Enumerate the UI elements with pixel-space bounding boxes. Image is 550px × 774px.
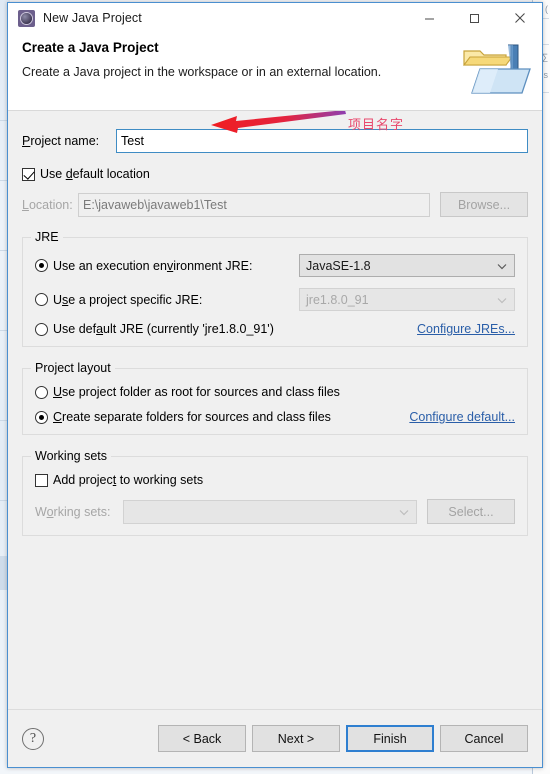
layout-option-separate-folders[interactable]: Create separate folders for sources and …: [35, 410, 515, 424]
layout-separate-folders-radio[interactable]: [35, 410, 48, 424]
jre-execution-env-radio[interactable]: [35, 259, 48, 272]
dialog-footer: ? < Back Next > Finish Cancel: [8, 709, 542, 767]
jre-project-specific-radio[interactable]: [35, 293, 48, 306]
new-java-project-dialog: New Java Project Create a Java Project C…: [7, 2, 543, 768]
project-name-label: Project name:: [22, 134, 100, 148]
working-sets-dropdown[interactable]: [123, 499, 417, 524]
wizard-header: Create a Java Project Create a Java proj…: [8, 33, 542, 111]
select-working-sets-button[interactable]: Select...: [427, 499, 515, 524]
cancel-button-label: Cancel: [464, 731, 504, 746]
annotation-text: 项目名字: [348, 118, 405, 133]
dialog-titlebar[interactable]: New Java Project: [8, 3, 542, 33]
configure-default-link[interactable]: Configure default...: [409, 410, 515, 424]
configure-jres-link[interactable]: Configure JREs...: [417, 322, 515, 336]
jre-group-title: JRE: [31, 230, 63, 244]
footer-buttons: < Back Next > Finish Cancel: [152, 725, 528, 752]
location-row: Location: Browse...: [22, 192, 528, 217]
project-layout-group-title: Project layout: [31, 361, 115, 375]
working-sets-row: Working sets: Select...: [35, 499, 515, 524]
finish-button[interactable]: Finish: [346, 725, 434, 752]
layout-project-folder-label: Use project folder as root for sources a…: [53, 385, 340, 399]
annotation-arrow-icon: [203, 111, 348, 144]
dialog-body: Project name: Use default location Locat…: [8, 111, 542, 709]
layout-project-folder-radio[interactable]: [35, 385, 48, 399]
add-to-working-sets-checkbox[interactable]: [35, 473, 48, 487]
location-input[interactable]: [78, 192, 430, 217]
java-project-folder-icon: [458, 37, 534, 103]
jre-default-label: Use default JRE (currently 'jre1.8.0_91'…: [53, 322, 274, 336]
chevron-down-icon: [399, 505, 409, 519]
next-button[interactable]: Next >: [252, 725, 340, 752]
maximize-icon[interactable]: [452, 3, 497, 33]
help-icon[interactable]: ?: [22, 727, 44, 750]
use-default-location-label: Use default location: [40, 167, 150, 181]
back-button-label: < Back: [182, 731, 222, 746]
jre-execution-env-label: Use an execution environment JRE:: [53, 258, 253, 273]
close-icon[interactable]: [497, 3, 542, 33]
cancel-button[interactable]: Cancel: [440, 725, 528, 752]
add-to-working-sets-label: Add project to working sets: [53, 473, 204, 487]
location-label: Location:: [22, 197, 73, 212]
background-ghost-label: s: [543, 70, 549, 80]
background-ghost-label: (: [545, 4, 548, 14]
next-button-label: Next >: [277, 731, 315, 746]
layout-separate-folders-label: Create separate folders for sources and …: [53, 410, 331, 424]
jre-option-project-specific[interactable]: Use a project specific JRE: jre1.8.0_91: [35, 288, 515, 311]
chevron-down-icon: [497, 293, 507, 307]
jre-default-radio[interactable]: [35, 322, 48, 336]
project-specific-jre-dropdown[interactable]: jre1.8.0_91: [299, 288, 515, 311]
working-sets-group-title: Working sets: [31, 449, 112, 463]
use-default-location-row[interactable]: Use default location: [22, 167, 528, 181]
use-default-location-checkbox[interactable]: [22, 167, 35, 181]
browse-button-label: Browse...: [457, 197, 511, 212]
add-to-working-sets-row[interactable]: Add project to working sets: [35, 473, 515, 487]
window-controls: [407, 3, 542, 33]
working-sets-label: Working sets:: [35, 504, 111, 519]
project-layout-group: Project layout Use project folder as roo…: [22, 361, 528, 435]
working-sets-group: Working sets Add project to working sets…: [22, 449, 528, 536]
finish-button-label: Finish: [373, 731, 407, 746]
execution-environment-value: JavaSE-1.8: [306, 258, 371, 273]
select-button-label: Select...: [448, 504, 494, 519]
back-button[interactable]: < Back: [158, 725, 246, 752]
layout-option-project-folder[interactable]: Use project folder as root for sources a…: [35, 385, 515, 399]
jre-option-default[interactable]: Use default JRE (currently 'jre1.8.0_91'…: [35, 322, 515, 336]
eclipse-wizard-icon: [18, 9, 35, 27]
browse-button[interactable]: Browse...: [440, 192, 528, 217]
jre-project-specific-label: Use a project specific JRE:: [53, 292, 203, 307]
minimize-icon[interactable]: [407, 3, 452, 33]
project-specific-jre-value: jre1.8.0_91: [306, 292, 369, 307]
jre-option-execution-env[interactable]: Use an execution environment JRE: JavaSE…: [35, 254, 515, 277]
chevron-down-icon: [497, 259, 507, 273]
jre-group: JRE Use an execution environment JRE: Ja…: [22, 230, 528, 347]
dialog-title: New Java Project: [43, 11, 142, 25]
execution-environment-dropdown[interactable]: JavaSE-1.8: [299, 254, 515, 277]
